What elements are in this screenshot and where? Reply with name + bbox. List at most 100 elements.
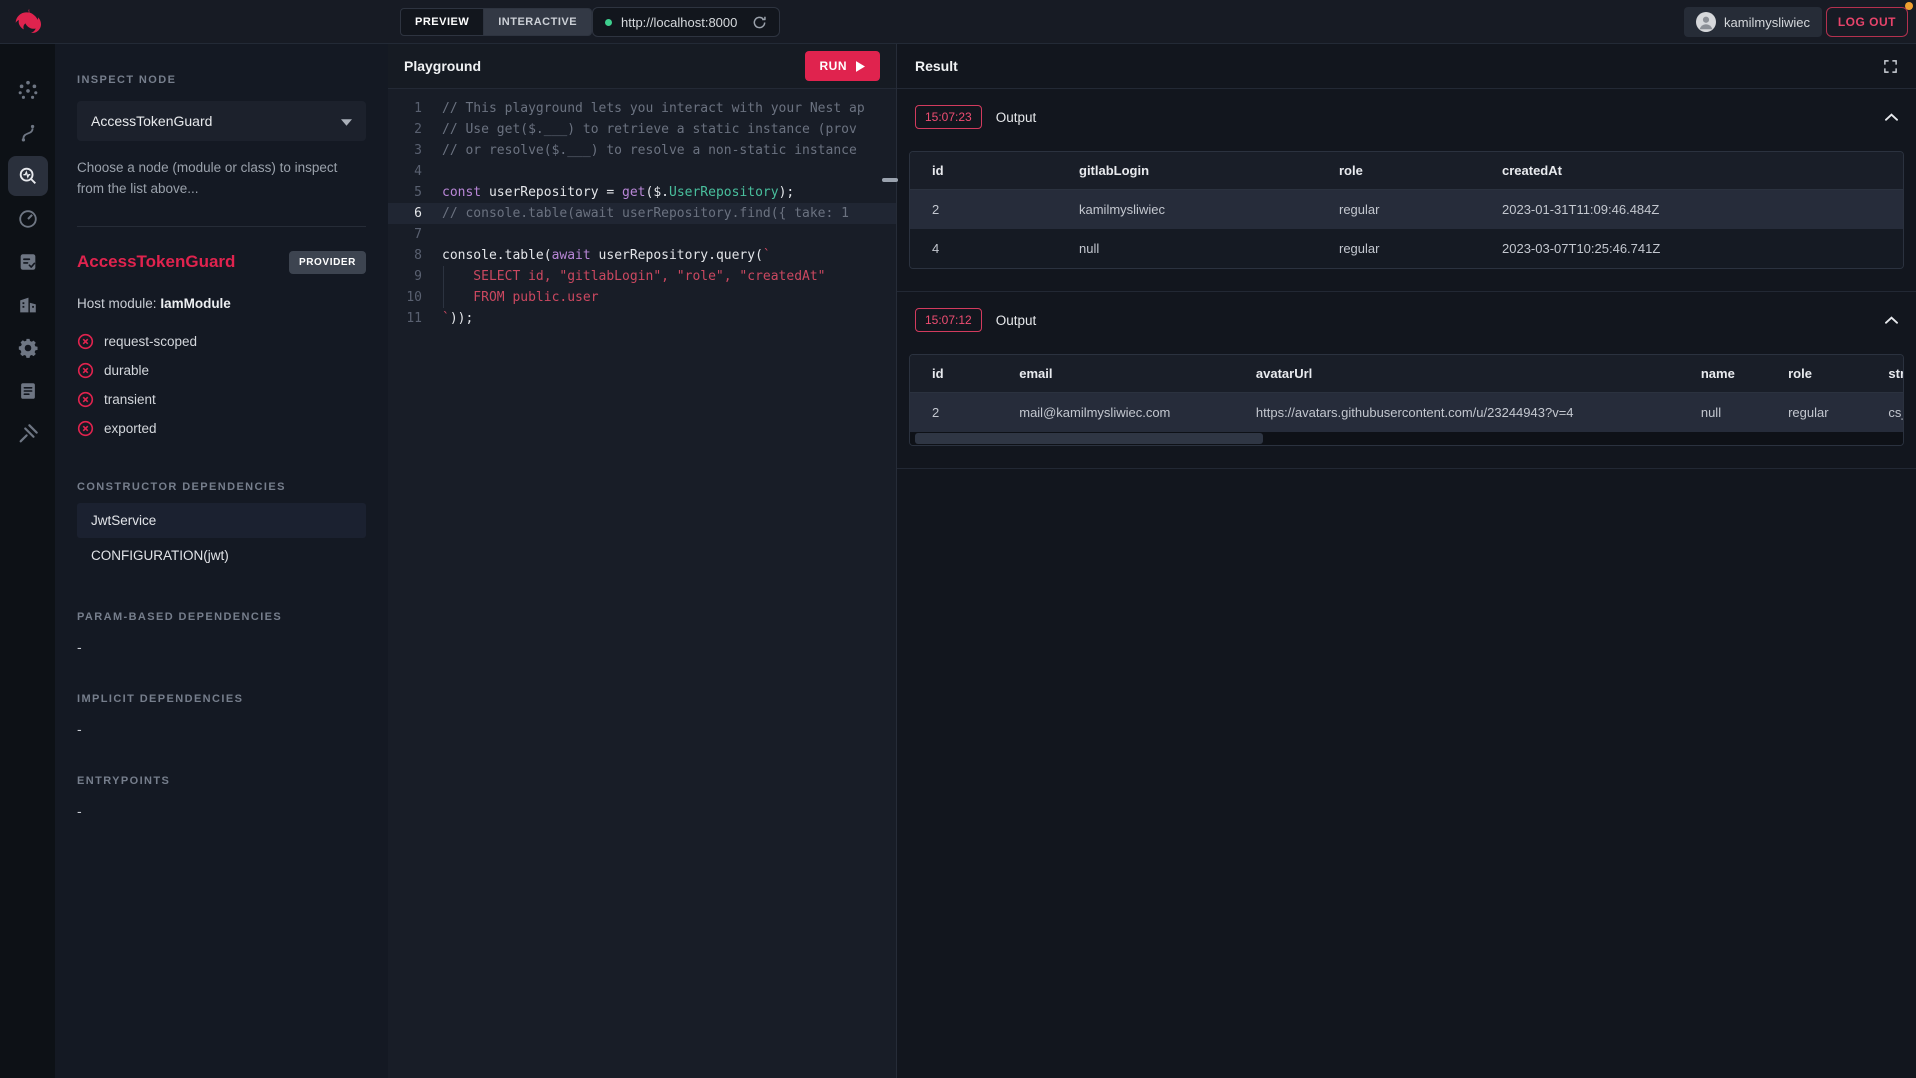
flag-label: exported (104, 421, 157, 436)
column-header: createdAt (1480, 152, 1903, 190)
code-text (422, 161, 442, 182)
code-text: // or resolve($.___) to resolve a non-st… (422, 140, 857, 161)
output-header[interactable]: 15:07:12Output (897, 292, 1916, 346)
code-line[interactable]: 11`)); (388, 308, 896, 329)
line-number: 8 (388, 245, 422, 266)
table-cell: null (1057, 229, 1317, 268)
modules-icon[interactable] (8, 285, 48, 325)
column-header: role (1317, 152, 1480, 190)
scrollbar-thumb[interactable] (915, 433, 1263, 444)
server-url-input[interactable]: http://localhost:8000 (592, 7, 780, 37)
table-row[interactable]: 4nullregular2023-03-07T10:25:46.741Z (910, 229, 1903, 268)
table-cell: 2023-03-07T10:25:46.741Z (1480, 229, 1903, 268)
chevron-up-icon[interactable] (1885, 316, 1898, 324)
table-cell: mail@kamilmysliwiec.com (997, 393, 1234, 433)
column-header: name (1679, 355, 1766, 393)
section-title: ENTRYPOINTS (77, 775, 366, 787)
docs-icon[interactable] (8, 371, 48, 411)
table-row[interactable]: 2kamilmysliwiecregular2023-01-31T11:09:4… (910, 190, 1903, 230)
line-number: 2 (388, 119, 422, 140)
editor-scrollbar-thumb[interactable] (882, 178, 898, 182)
dependency-sections: CONSTRUCTOR DEPENDENCIES JwtServiceCONFIG… (77, 481, 366, 819)
nestjs-logo-icon[interactable] (12, 7, 42, 37)
table-cell: cs_test_b1Yk0C (1866, 393, 1903, 433)
host-module-value: IamModule (160, 296, 231, 311)
graph-icon[interactable] (8, 70, 48, 110)
table-header-row: idemailavatarUrlnamerolestripeSessionId (910, 355, 1903, 393)
code-text: // This playground lets you interact wit… (422, 98, 865, 119)
code-text (422, 224, 442, 245)
output-section: 15:07:23Output idgitlabLoginrolecreatedAt… (897, 89, 1916, 292)
refresh-icon[interactable] (752, 15, 767, 30)
code-line[interactable]: 10 FROM public.user (388, 287, 896, 308)
host-module-line: Host module: IamModule (77, 296, 366, 311)
column-header: id (910, 152, 1057, 190)
line-number: 6 (388, 203, 422, 224)
tab-preview[interactable]: PREVIEW (400, 8, 484, 36)
code-line[interactable]: 3// or resolve($.___) to resolve a non-s… (388, 140, 896, 161)
dependency-item[interactable]: JwtService (77, 503, 366, 538)
column-header: role (1766, 355, 1866, 393)
routes-icon[interactable] (8, 113, 48, 153)
checklist-icon[interactable] (8, 242, 48, 282)
code-line[interactable]: 9 SELECT id, "gitlabLogin", "role", "cre… (388, 266, 896, 287)
table-cell: null (1679, 393, 1766, 433)
dependency-section: PARAM-BASED DEPENDENCIES- (77, 611, 366, 655)
crossed-circle-icon (77, 362, 94, 379)
flag-item: transient (77, 385, 366, 414)
code-line[interactable]: 1// This playground lets you interact wi… (388, 98, 896, 119)
server-url: http://localhost:8000 (621, 15, 737, 30)
logout-button[interactable]: LOG OUT (1826, 7, 1908, 37)
line-number: 1 (388, 98, 422, 119)
output-table-container: idemailavatarUrlnamerolestripeSessionId2… (909, 354, 1904, 446)
user-menu[interactable]: kamilmysliwiec (1684, 7, 1822, 37)
code-text: `)); (422, 308, 473, 329)
table-row[interactable]: 2mail@kamilmysliwiec.comhttps://avatars.… (910, 393, 1903, 433)
run-button[interactable]: RUN (805, 51, 881, 81)
settings-icon[interactable] (8, 328, 48, 368)
output-section: 15:07:12Output idemailavatarUrlnamerolest… (897, 292, 1916, 469)
code-text: FROM public.user (422, 287, 599, 308)
flag-label: request-scoped (104, 334, 197, 349)
run-label: RUN (820, 59, 848, 73)
code-line[interactable]: 6// console.table(await userRepository.f… (388, 203, 896, 224)
flag-label: transient (104, 392, 156, 407)
crossed-circle-icon (77, 333, 94, 350)
section-title: CONSTRUCTOR DEPENDENCIES (77, 481, 366, 493)
inspect-icon[interactable] (8, 156, 48, 196)
tab-interactive[interactable]: INTERACTIVE (484, 8, 592, 36)
code-line[interactable]: 7 (388, 224, 896, 245)
table-cell: regular (1317, 190, 1480, 230)
inspector-panel: INSPECT NODE AccessTokenGuard Choose a n… (55, 44, 388, 1078)
chevron-up-icon[interactable] (1885, 113, 1898, 121)
code-line[interactable]: 5const userRepository = get($.UserReposi… (388, 182, 896, 203)
table-cell: 2 (910, 190, 1057, 230)
node-flags: request-scoped durable transient exported (77, 327, 366, 443)
horizontal-scrollbar[interactable] (910, 432, 1903, 445)
timestamp-badge: 15:07:23 (915, 105, 982, 129)
code-line[interactable]: 8console.table(await userRepository.quer… (388, 245, 896, 266)
empty-value: - (77, 721, 366, 737)
dependency-section: ENTRYPOINTS - (77, 775, 366, 819)
empty-value: - (77, 803, 366, 819)
code-line[interactable]: 2// Use get($.___) to retrieve a static … (388, 119, 896, 140)
flag-label: durable (104, 363, 149, 378)
code-line[interactable]: 4 (388, 161, 896, 182)
provider-badge: PROVIDER (289, 251, 366, 274)
line-number: 3 (388, 140, 422, 161)
output-table: idgitlabLoginrolecreatedAt2kamilmysliwie… (910, 152, 1903, 268)
expand-icon[interactable] (1883, 59, 1898, 74)
inspect-node-heading: INSPECT NODE (77, 74, 366, 86)
output-label: Output (996, 313, 1037, 328)
notification-dot (1905, 2, 1913, 10)
avatar (1696, 12, 1716, 32)
performance-icon[interactable] (8, 199, 48, 239)
gavel-icon[interactable] (8, 414, 48, 454)
column-header: gitlabLogin (1057, 152, 1317, 190)
divider (77, 226, 366, 227)
output-header[interactable]: 15:07:23Output (897, 89, 1916, 143)
node-select-dropdown[interactable]: AccessTokenGuard (77, 101, 366, 141)
code-editor[interactable]: 1// This playground lets you interact wi… (388, 89, 896, 1078)
icon-sidebar (0, 44, 55, 1078)
dependency-item[interactable]: CONFIGURATION(jwt) (77, 538, 366, 573)
